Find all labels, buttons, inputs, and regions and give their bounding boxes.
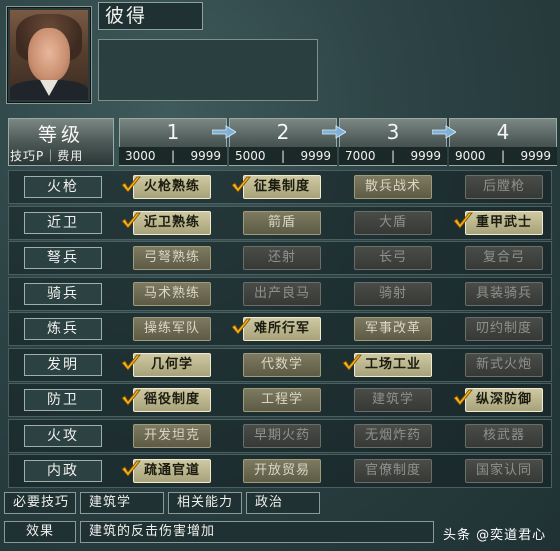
character-portrait (10, 10, 88, 100)
checkmark-icon (453, 212, 473, 229)
tech-button[interactable]: 代数学 (243, 353, 321, 377)
tech-button[interactable]: 还射 (243, 246, 321, 270)
character-name: 彼得 (98, 2, 203, 30)
tech-button[interactable]: 建筑学 (354, 388, 432, 412)
arrow-right-icon (432, 125, 456, 139)
tier-cost: 3000 | 9999 (119, 147, 227, 165)
tech-button[interactable]: 新式火炮 (465, 353, 543, 377)
arrow-right-icon (322, 125, 346, 139)
tech-button[interactable]: 征集制度 (243, 175, 321, 199)
required-skill-value: 建筑学 (80, 492, 164, 514)
tier-skill-points: 5000 (235, 149, 266, 163)
required-skill-label: 必要技巧 (4, 492, 76, 514)
tier-cost: 9000 | 9999 (449, 147, 557, 165)
tech-button[interactable]: 骑射 (354, 282, 432, 306)
tech-button[interactable]: 国家认同 (465, 459, 543, 483)
tech-button[interactable]: 叨约制度 (465, 317, 543, 341)
checkmark-icon (231, 318, 251, 335)
tier-cost: 7000 | 9999 (339, 147, 447, 165)
tier-number: 4 (496, 120, 510, 144)
tier-fee: 9999 (300, 149, 331, 163)
checkmark-icon (121, 354, 141, 371)
checkmark-icon (121, 460, 141, 477)
tech-button[interactable]: 无烟炸药 (354, 424, 432, 448)
tech-button[interactable]: 早期火药 (243, 424, 321, 448)
arrow-right-icon (212, 125, 236, 139)
tier-cost: 5000 | 9999 (229, 147, 337, 165)
tech-button[interactable]: 开放贸易 (243, 459, 321, 483)
tech-button[interactable]: 纵深防御 (465, 388, 543, 412)
tech-button[interactable]: 复合弓 (465, 246, 543, 270)
tech-button[interactable]: 近卫熟练 (133, 211, 211, 235)
tech-button[interactable]: 后膛枪 (465, 175, 543, 199)
category-button[interactable]: 火攻 (24, 425, 102, 447)
tier-fee: 9999 (410, 149, 441, 163)
level-subtitle: 技巧P｜费用 (10, 149, 84, 163)
tech-button[interactable]: 马术熟练 (133, 282, 211, 306)
checkmark-icon (342, 354, 362, 371)
tech-button[interactable]: 工程学 (243, 388, 321, 412)
tech-button[interactable]: 具装骑兵 (465, 282, 543, 306)
checkmark-icon (453, 389, 473, 406)
category-button[interactable]: 炼兵 (24, 318, 102, 340)
tech-button[interactable]: 难所行军 (243, 317, 321, 341)
tech-button[interactable]: 重甲武士 (465, 211, 543, 235)
checkmark-icon (121, 176, 141, 193)
related-ability-value: 政治 (246, 492, 320, 514)
category-button[interactable]: 防卫 (24, 389, 102, 411)
tech-button[interactable]: 工场工业 (354, 353, 432, 377)
tech-button[interactable]: 核武器 (465, 424, 543, 448)
category-button[interactable]: 近卫 (24, 212, 102, 234)
tier-skill-points: 9000 (455, 149, 486, 163)
tier-fee: 9999 (190, 149, 221, 163)
tech-button[interactable]: 军事改革 (354, 317, 432, 341)
tech-button[interactable]: 长弓 (354, 246, 432, 270)
tech-button[interactable]: 散兵战术 (354, 175, 432, 199)
tech-button[interactable]: 操练军队 (133, 317, 211, 341)
tech-button[interactable]: 疏通官道 (133, 459, 211, 483)
info-panel (98, 39, 318, 101)
tier-skill-points: 7000 (345, 149, 376, 163)
tech-button[interactable]: 弓弩熟练 (133, 246, 211, 270)
category-button[interactable]: 发明 (24, 354, 102, 376)
category-button[interactable]: 火枪 (24, 176, 102, 198)
tier-number: 1 (166, 120, 180, 144)
watermark: 头条 @奕道君心 (443, 528, 547, 543)
category-button[interactable]: 骑兵 (24, 283, 102, 305)
effect-label: 效果 (4, 521, 76, 543)
tech-button[interactable]: 出产良马 (243, 282, 321, 306)
effect-value: 建筑的反击伤害增加 (80, 521, 434, 543)
tech-button[interactable]: 箭盾 (243, 211, 321, 235)
tech-button[interactable]: 大盾 (354, 211, 432, 235)
category-button[interactable]: 内政 (24, 460, 102, 482)
tech-button[interactable]: 火枪熟练 (133, 175, 211, 199)
checkmark-icon (121, 389, 141, 406)
tier-number: 2 (276, 120, 290, 144)
tech-button[interactable]: 官僚制度 (354, 459, 432, 483)
checkmark-icon (121, 212, 141, 229)
tech-button[interactable]: 开发坦克 (133, 424, 211, 448)
related-ability-label: 相关能力 (168, 492, 242, 514)
category-button[interactable]: 弩兵 (24, 247, 102, 269)
tier-skill-points: 3000 (125, 149, 156, 163)
level-title: 等级 (37, 124, 84, 146)
tier-number: 3 (386, 120, 400, 144)
tech-button[interactable]: 徭役制度 (133, 388, 211, 412)
checkmark-icon (231, 176, 251, 193)
tech-button[interactable]: 几何学 (133, 353, 211, 377)
tier-fee: 9999 (520, 149, 551, 163)
